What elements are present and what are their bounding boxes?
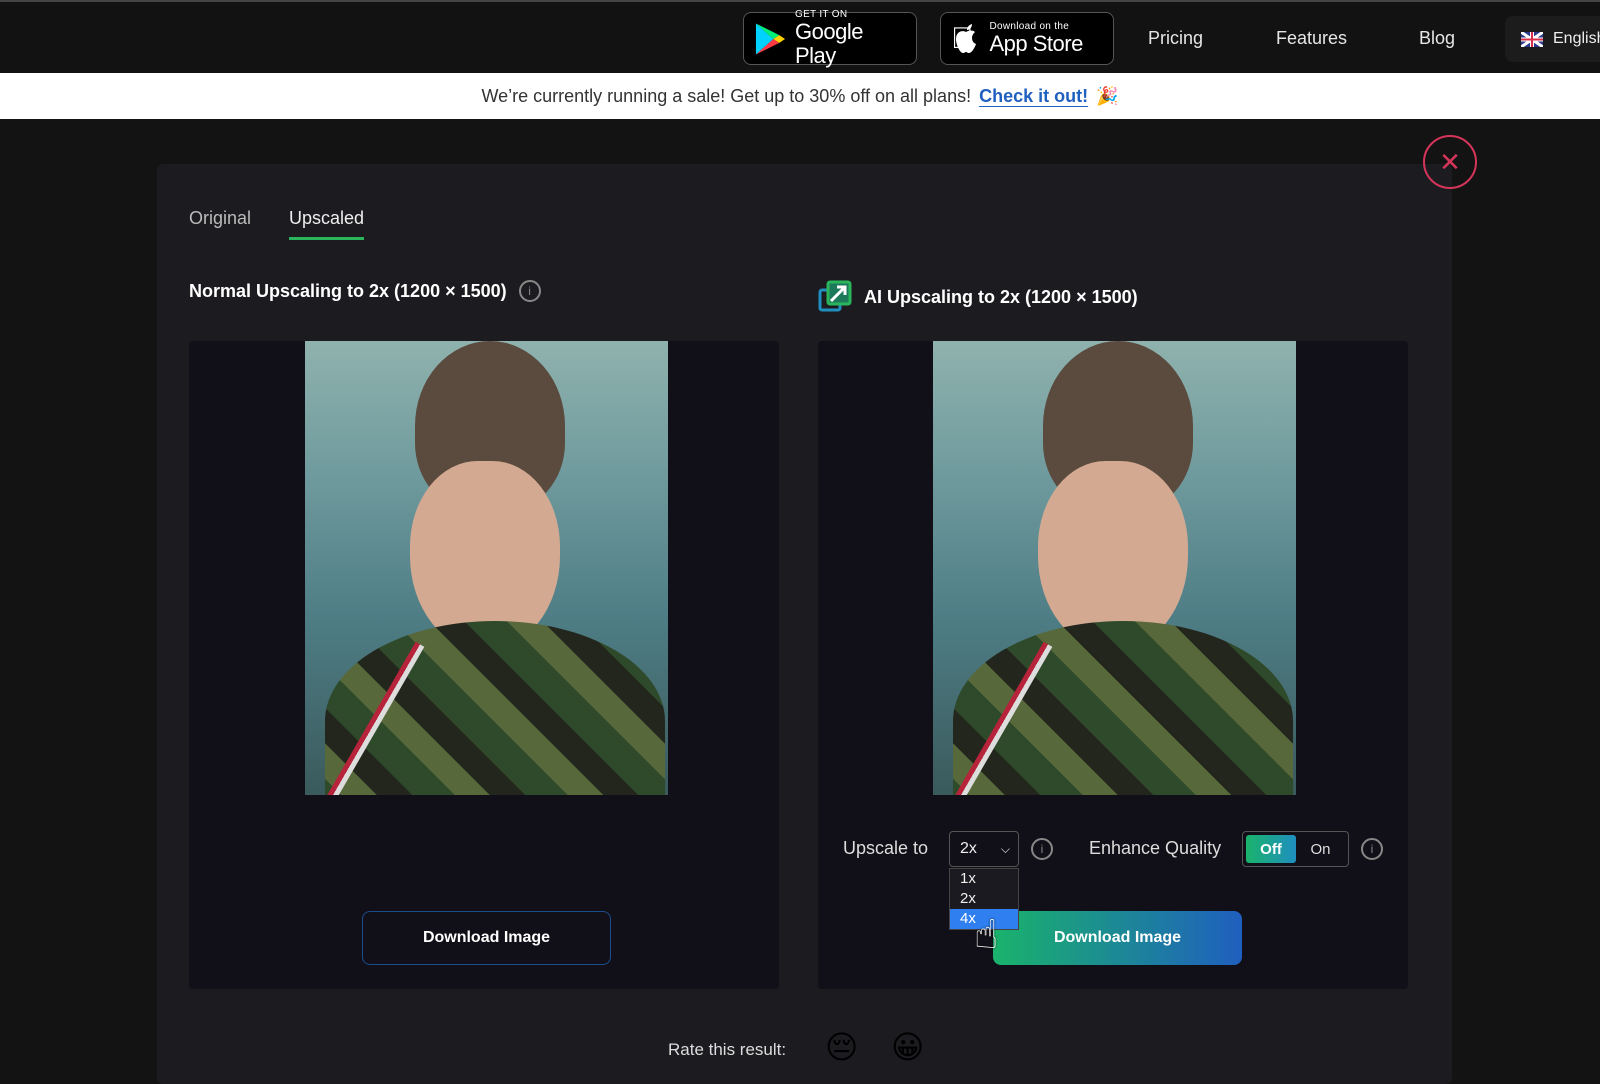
upscale-to-label: Upscale to <box>843 838 929 858</box>
info-icon[interactable]: i <box>518 280 541 302</box>
app-store-button[interactable]:  Download on the App Store <box>940 12 1114 65</box>
google-play-icon <box>755 22 786 55</box>
rate-bad-button[interactable]: 😔 <box>825 1028 858 1066</box>
apple-logo-icon <box>955 23 976 53</box>
nav-features[interactable]: Features <box>1276 28 1347 49</box>
download-normal-button[interactable]: Download Image <box>362 911 611 965</box>
upscale-select-value: 2x <box>960 840 977 857</box>
language-label: English <box>1553 30 1600 47</box>
sale-banner: We’re currently running a sale! Get up t… <box>0 73 1600 119</box>
option-2x[interactable]: 2x <box>950 889 1018 909</box>
ai-upscale-icon <box>818 280 852 312</box>
enhance-quality-toggle[interactable]: Off On <box>1242 831 1349 867</box>
app-store-big-text: App Store <box>967 31 1084 56</box>
upscale-info-icon[interactable]: i <box>1031 838 1053 860</box>
uk-flag-icon <box>1521 31 1543 47</box>
ai-upscaling-title-text: AI Upscaling to 2x (1200 × 1500) <box>864 286 1138 307</box>
language-selector[interactable]: English <box>1505 16 1600 62</box>
enhance-info-icon[interactable]: i <box>1361 838 1383 860</box>
normal-upscaling-title: Normal Upscaling to 2x (1200 × 1500) i <box>189 280 541 302</box>
rate-label: Rate this result: <box>668 1040 787 1059</box>
party-icon: 🎉 <box>1096 85 1119 106</box>
ai-upscaled-image <box>933 341 1296 795</box>
upscale-select[interactable]: 2x ⌵ <box>949 831 1019 867</box>
normal-upscaled-image <box>305 341 668 795</box>
hand-cursor-icon: ☝ <box>974 913 999 957</box>
close-icon: ✕ <box>1439 146 1461 177</box>
toggle-on[interactable]: On <box>1296 841 1345 858</box>
ai-upscaling-title: AI Upscaling to 2x (1200 × 1500) <box>818 280 1138 314</box>
tab-upscaled[interactable]: Upscaled <box>289 208 365 240</box>
nav-blog[interactable]: Blog <box>1419 28 1455 49</box>
sale-text: We’re currently running a sale! Get up t… <box>481 85 972 106</box>
google-play-button[interactable]: GET IT ON Google Play <box>743 9 917 68</box>
top-navbar: GET IT ON Google Play  Download on the … <box>0 0 1600 73</box>
download-ai-button[interactable]: Download Image <box>993 911 1242 965</box>
enhance-quality-label: Enhance Quality <box>1089 838 1222 858</box>
tab-original[interactable]: Original <box>189 208 251 237</box>
toggle-off[interactable]: Off <box>1246 835 1296 863</box>
option-1x[interactable]: 1x <box>950 869 1018 889</box>
normal-upscaling-title-text: Normal Upscaling to 2x (1200 × 1500) <box>189 280 507 301</box>
rate-good-button[interactable]: 😀 <box>891 1028 924 1066</box>
close-button[interactable]: ✕ <box>1423 135 1477 189</box>
nav-pricing[interactable]: Pricing <box>1148 28 1203 49</box>
google-play-big-text: Google Play <box>795 19 863 68</box>
chevron-down-icon: ⌵ <box>1000 841 1010 856</box>
check-it-out-link[interactable]: Check it out! <box>979 86 1088 107</box>
